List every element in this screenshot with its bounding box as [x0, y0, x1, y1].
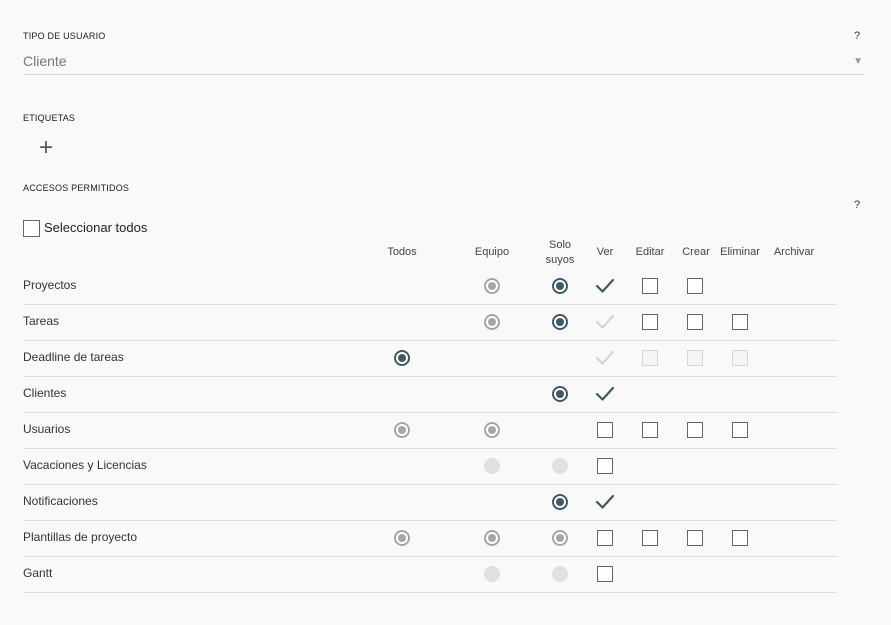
checkbox-editar: [642, 350, 658, 366]
user-type-select[interactable]: Cliente ▼: [23, 52, 863, 74]
radio-equipo[interactable]: [484, 530, 500, 546]
checkbox-crear[interactable]: [687, 278, 703, 294]
radio-solo: [552, 566, 568, 582]
row-label: Notificaciones: [23, 494, 98, 508]
user-type-value: Cliente: [23, 53, 67, 69]
checkbox-ver[interactable]: [597, 458, 613, 474]
radio-equipo: [484, 566, 500, 582]
user-type-label: TIPO DE USUARIO: [23, 31, 106, 41]
row-label: Deadline de tareas: [23, 350, 124, 364]
row-divider: [23, 412, 837, 413]
radio-solo[interactable]: [552, 278, 568, 294]
row-divider: [23, 448, 837, 449]
radio-equipo: [484, 458, 500, 474]
access-help-icon[interactable]: ?: [854, 199, 860, 211]
checkbox-editar[interactable]: [642, 314, 658, 330]
checkbox-editar[interactable]: [642, 422, 658, 438]
checkbox-crear[interactable]: [687, 422, 703, 438]
row-divider: [23, 340, 837, 341]
access-label: ACCESOS PERMITIDOS: [23, 183, 130, 193]
radio-solo[interactable]: [552, 530, 568, 546]
user-type-help-icon[interactable]: ?: [854, 30, 860, 42]
row-label: Tareas: [23, 314, 60, 328]
col-solo-line1: Solo: [548, 239, 572, 251]
row-label: Vacaciones y Licencias: [23, 458, 147, 472]
check-icon: [595, 313, 615, 331]
checkbox-eliminar[interactable]: [732, 530, 748, 546]
col-todos: Todos: [387, 246, 417, 258]
chevron-down-icon: ▼: [853, 56, 863, 67]
check-icon: [595, 349, 615, 367]
row-label: Clientes: [23, 386, 67, 400]
radio-todos[interactable]: [394, 422, 410, 438]
row-label: Usuarios: [23, 422, 71, 436]
radio-solo: [552, 458, 568, 474]
select-all-checkbox[interactable]: [23, 220, 40, 237]
row-divider: [23, 304, 837, 305]
row-divider: [23, 484, 837, 485]
checkbox-crear[interactable]: [687, 314, 703, 330]
row-divider: [23, 376, 837, 377]
checkbox-eliminar: [732, 350, 748, 366]
col-archivar: Archivar: [773, 246, 815, 258]
select-all-label: Seleccionar todos: [44, 220, 148, 235]
radio-equipo[interactable]: [484, 422, 500, 438]
checkbox-ver[interactable]: [597, 566, 613, 582]
check-icon[interactable]: [595, 277, 615, 295]
radio-equipo[interactable]: [484, 278, 500, 294]
check-icon[interactable]: [595, 493, 615, 511]
col-solo-line2: suyos: [545, 254, 575, 266]
radio-solo[interactable]: [552, 386, 568, 402]
row-divider: [23, 520, 837, 521]
checkbox-ver[interactable]: [597, 422, 613, 438]
radio-solo[interactable]: [552, 494, 568, 510]
checkbox-crear: [687, 350, 703, 366]
row-label: Plantillas de proyecto: [23, 530, 138, 544]
row-divider: [23, 592, 837, 593]
tags-label: ETIQUETAS: [23, 113, 76, 123]
radio-solo[interactable]: [552, 314, 568, 330]
radio-todos[interactable]: [394, 530, 410, 546]
checkbox-eliminar[interactable]: [732, 314, 748, 330]
checkbox-ver[interactable]: [597, 530, 613, 546]
user-type-underline: [23, 74, 863, 75]
radio-equipo[interactable]: [484, 314, 500, 330]
checkbox-editar[interactable]: [642, 530, 658, 546]
radio-todos[interactable]: [394, 350, 410, 366]
col-editar: Editar: [635, 246, 665, 258]
checkbox-eliminar[interactable]: [732, 422, 748, 438]
check-icon[interactable]: [595, 385, 615, 403]
col-solo-suyos: Solo suyos: [530, 238, 590, 268]
checkbox-crear[interactable]: [687, 530, 703, 546]
row-divider: [23, 556, 837, 557]
row-label: Proyectos: [23, 278, 77, 292]
col-equipo: Equipo: [474, 246, 510, 258]
col-ver: Ver: [596, 246, 614, 258]
col-eliminar: Eliminar: [720, 246, 760, 258]
checkbox-editar[interactable]: [642, 278, 658, 294]
row-label: Gantt: [23, 566, 53, 580]
add-tag-icon[interactable]: +: [39, 136, 53, 160]
